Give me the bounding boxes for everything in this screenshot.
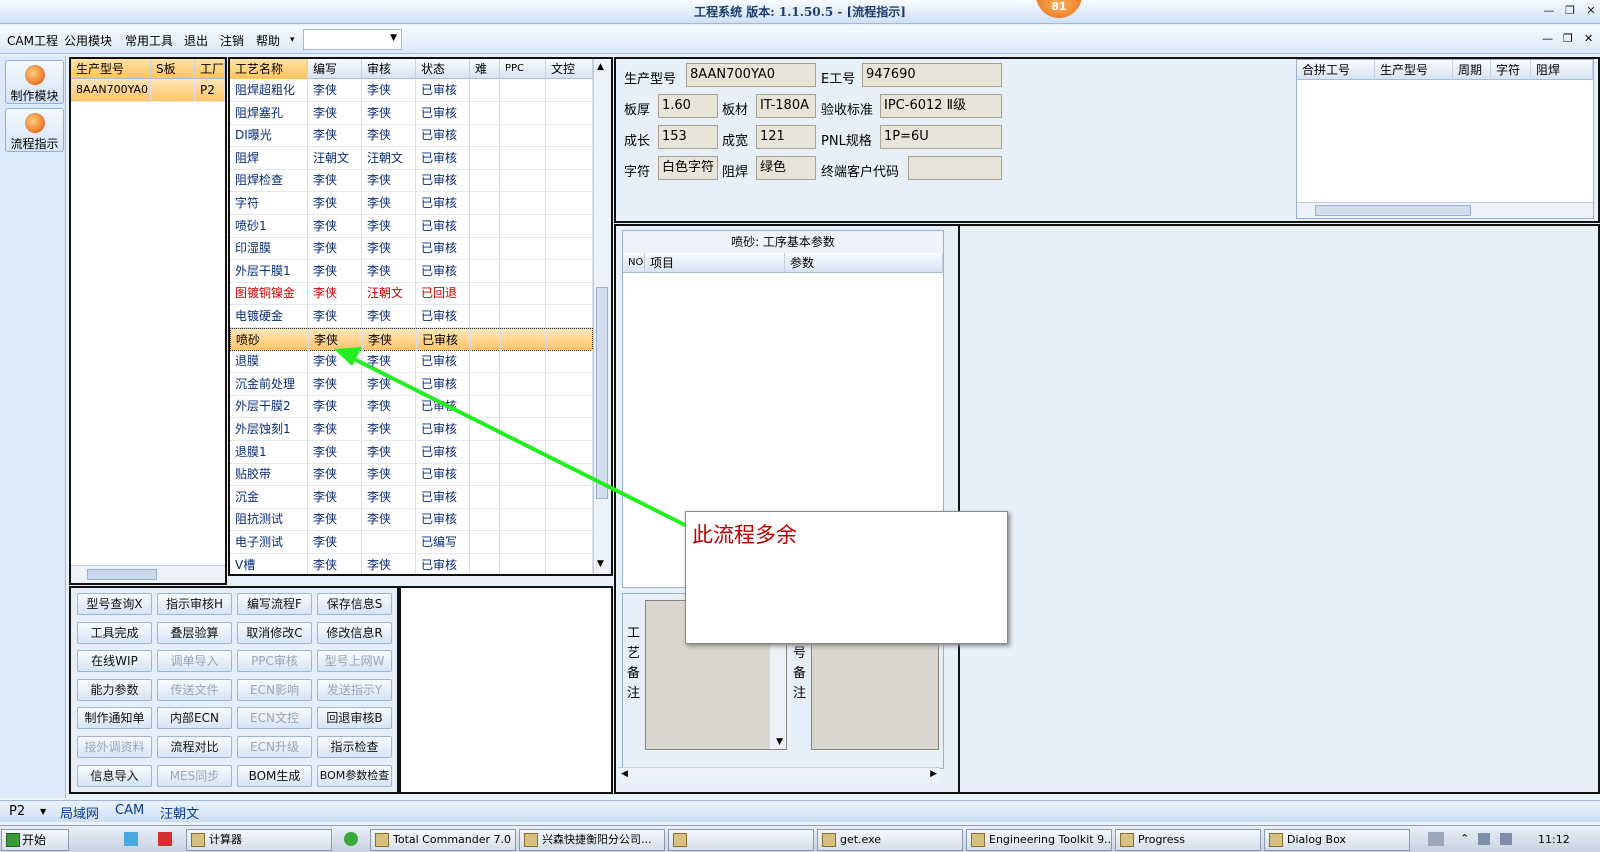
- start-label: 开始: [22, 833, 47, 847]
- pdf-icon[interactable]: [158, 832, 172, 846]
- status-bar: P2 ▼ 局域网 CAM 汪朝文: [0, 800, 1600, 822]
- calculator-icon: [191, 833, 205, 847]
- task-get-exe[interactable]: get.exe: [817, 829, 963, 851]
- taskbar: 开始 计算器 Total Commander 7.0 ... 兴森快捷衡阳分公司…: [0, 825, 1600, 852]
- annotation-arrow: [334, 347, 688, 528]
- task-total-commander[interactable]: Total Commander 7.0 ...: [370, 829, 516, 851]
- annotation-text: 此流程多余: [692, 523, 797, 547]
- task-label: 计算器: [209, 833, 242, 846]
- star-icon: [524, 833, 538, 847]
- app-icon: [822, 833, 836, 847]
- browser-icon[interactable]: [344, 832, 358, 846]
- status-cam: CAM: [115, 803, 145, 818]
- star-icon: [673, 833, 687, 847]
- status-network: 局域网: [60, 807, 100, 822]
- tray-icon[interactable]: [1478, 833, 1490, 845]
- keyboard-icon[interactable]: [1428, 832, 1444, 846]
- factory-select[interactable]: P2: [9, 804, 25, 819]
- clock: 11:12: [1538, 833, 1570, 846]
- quicklaunch-icon[interactable]: [124, 832, 138, 846]
- task-dialog-box[interactable]: Dialog Box: [1264, 829, 1410, 851]
- task-blank[interactable]: [668, 829, 814, 851]
- task-label: get.exe: [840, 833, 882, 846]
- app-icon: [1120, 833, 1134, 847]
- task-label: 兴森快捷衡阳分公司...: [542, 833, 652, 846]
- tray-icon[interactable]: [1500, 833, 1512, 845]
- factory-chevron-icon[interactable]: ▼: [40, 807, 46, 816]
- task-engineering-toolkit[interactable]: Engineering Toolkit 9....: [966, 829, 1112, 851]
- task-label: Engineering Toolkit 9....: [989, 833, 1112, 846]
- task-progress[interactable]: Progress: [1115, 829, 1261, 851]
- tray-expand-icon[interactable]: ⌃: [1460, 832, 1469, 845]
- task-company[interactable]: 兴森快捷衡阳分公司...: [519, 829, 665, 851]
- annotation-box: 此流程多余: [685, 511, 1008, 644]
- app-icon: [971, 833, 985, 847]
- task-calculator[interactable]: 计算器: [186, 829, 332, 851]
- task-label: Total Commander 7.0 ...: [393, 833, 516, 846]
- app-icon: [1269, 833, 1283, 847]
- task-label: Progress: [1138, 833, 1185, 846]
- task-label: Dialog Box: [1287, 833, 1346, 846]
- commander-icon: [375, 833, 389, 847]
- windows-icon: [6, 833, 20, 847]
- start-button[interactable]: 开始: [1, 829, 69, 851]
- status-user: 汪朝文: [160, 807, 200, 822]
